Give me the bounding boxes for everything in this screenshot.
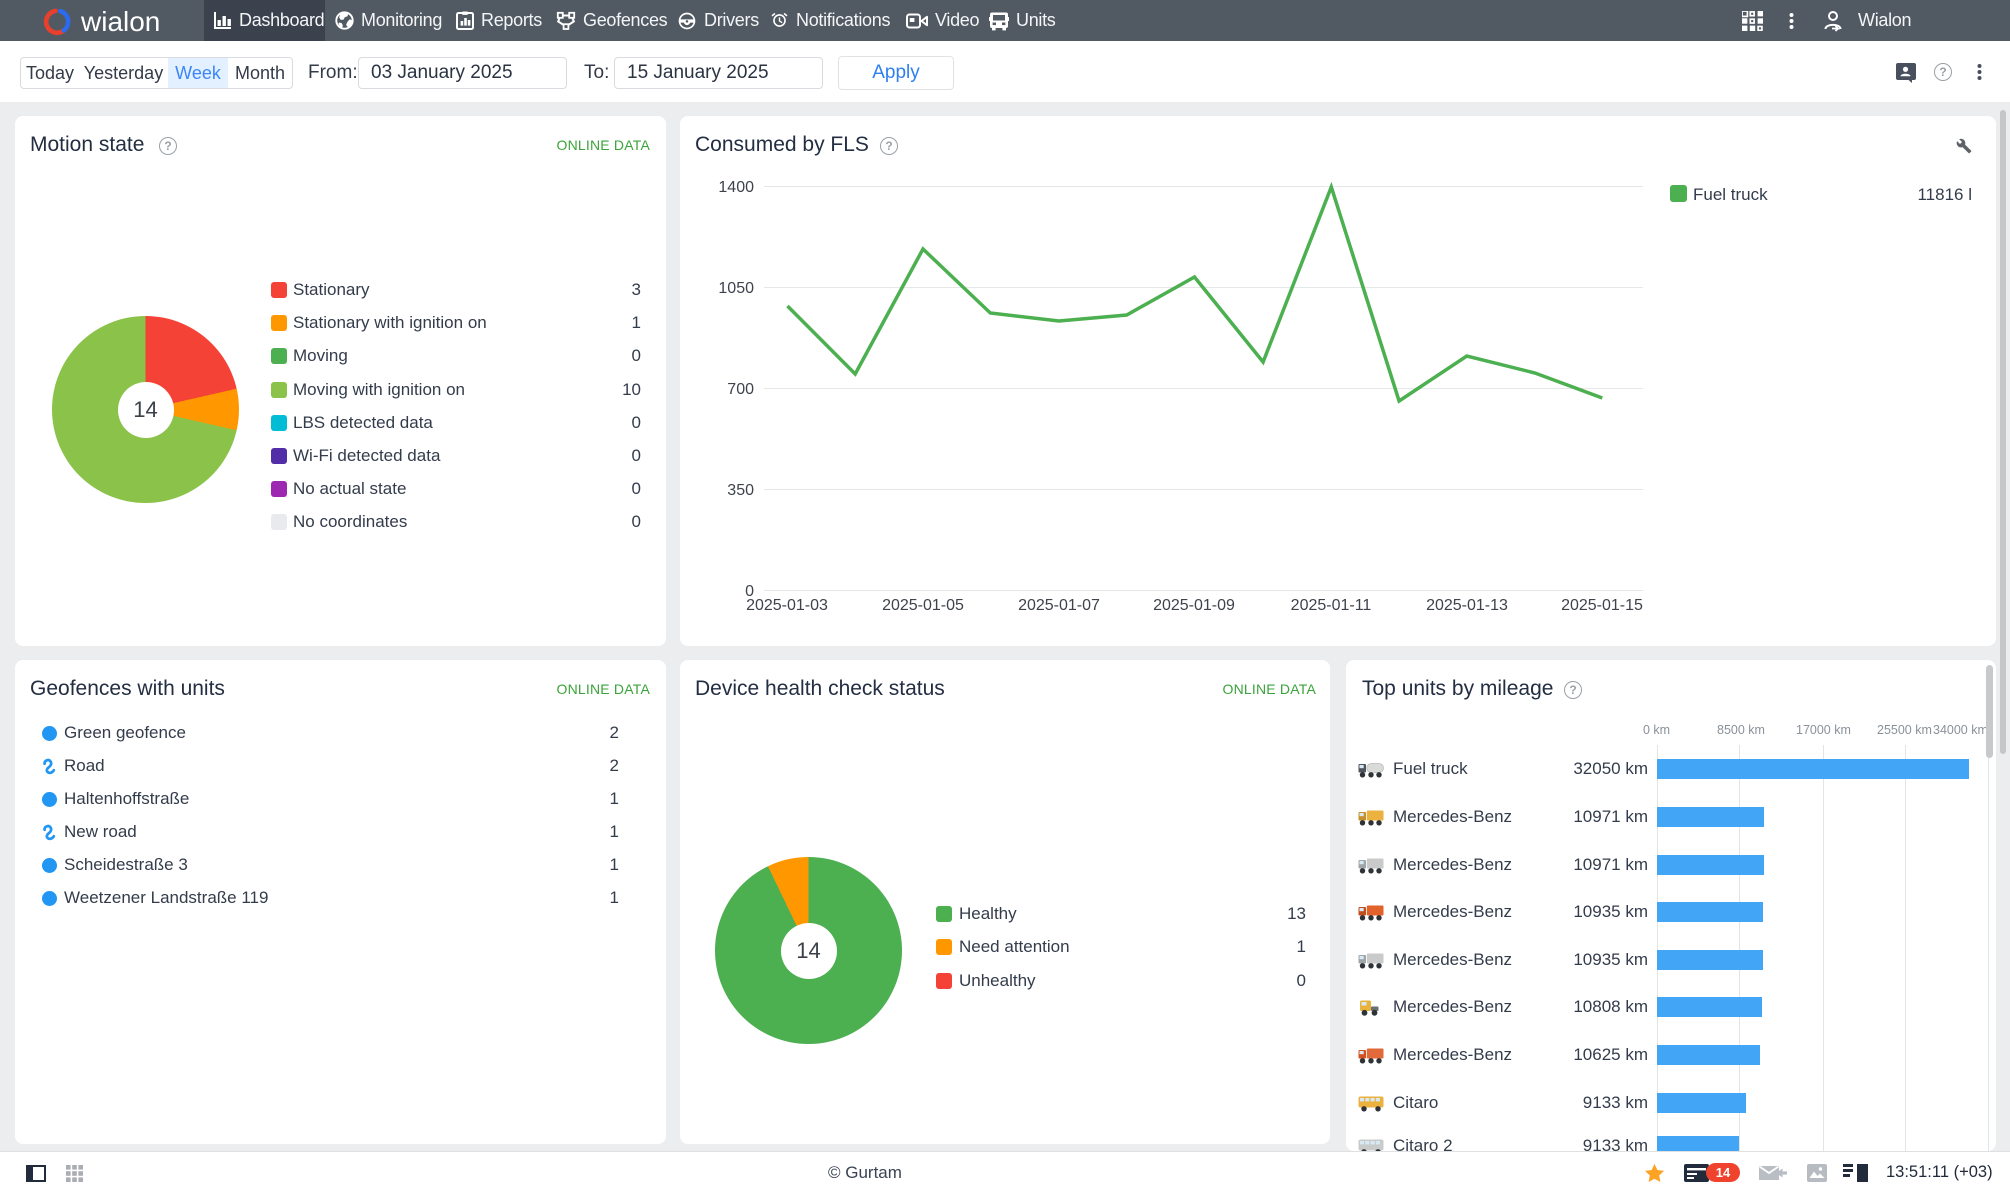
svg-text:2025-01-07: 2025-01-07 xyxy=(1018,597,1100,614)
svg-text:700: 700 xyxy=(727,381,754,398)
svg-text:1400: 1400 xyxy=(718,179,754,196)
svg-text:2025-01-11: 2025-01-11 xyxy=(1291,597,1372,614)
svg-text:2025-01-13: 2025-01-13 xyxy=(1426,597,1508,614)
svg-text:350: 350 xyxy=(727,482,754,499)
svg-text:11816 l: 11816 l xyxy=(1917,185,1972,204)
svg-text:1050: 1050 xyxy=(718,280,754,297)
svg-text:2025-01-09: 2025-01-09 xyxy=(1153,597,1235,614)
svg-text:2025-01-03: 2025-01-03 xyxy=(746,597,828,614)
svg-text:Fuel truck: Fuel truck xyxy=(1693,185,1768,204)
svg-text:2025-01-05: 2025-01-05 xyxy=(882,597,964,614)
svg-text:2025-01-15: 2025-01-15 xyxy=(1561,597,1643,614)
